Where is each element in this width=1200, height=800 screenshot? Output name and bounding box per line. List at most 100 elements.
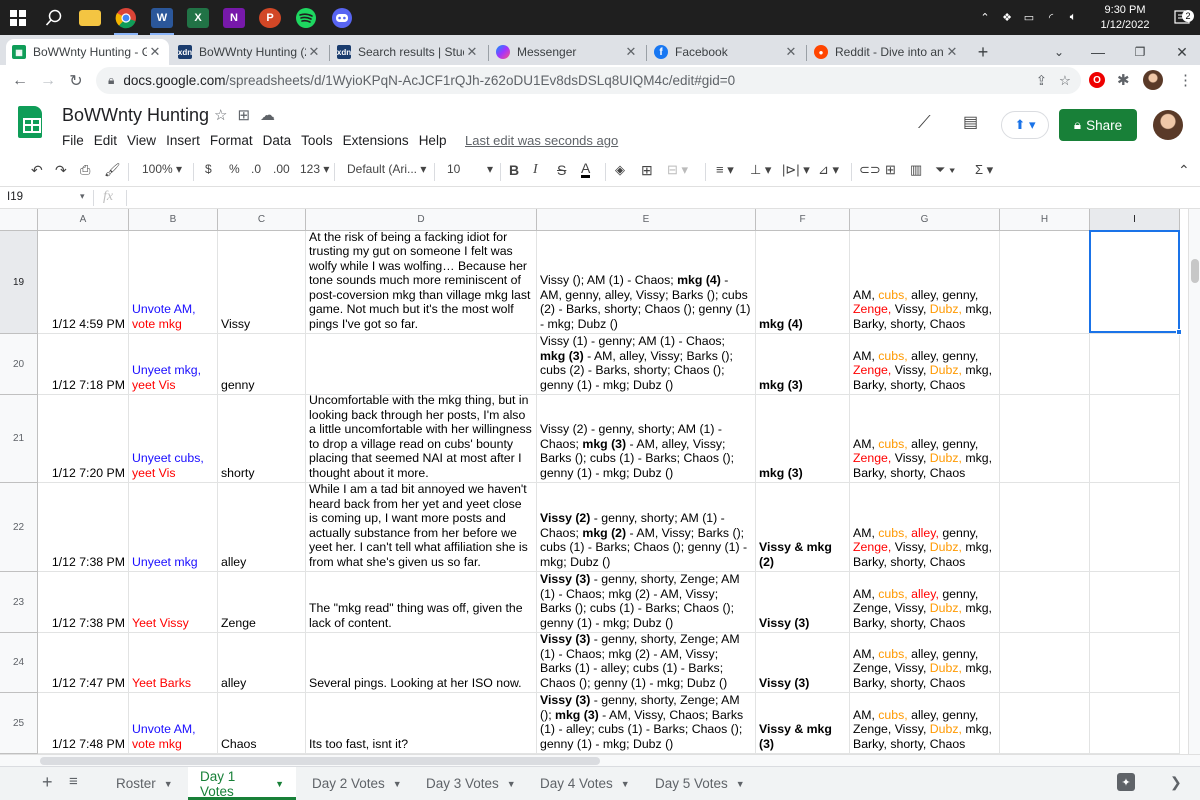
- column-header-a[interactable]: A: [38, 209, 129, 231]
- chevron-up-icon[interactable]: ⌃: [974, 11, 996, 24]
- dropbox-icon[interactable]: ❖: [996, 11, 1018, 24]
- chevron-down-icon[interactable]: ▼: [621, 779, 630, 789]
- chrome-icon[interactable]: [108, 0, 144, 35]
- timestamp-cell[interactable]: 1/12 7:20 PM: [38, 395, 129, 483]
- notification-icon[interactable]: 2: [1166, 9, 1200, 26]
- timestamp-cell[interactable]: 1/12 7:47 PM: [38, 633, 129, 693]
- voter-cell[interactable]: alley: [218, 633, 306, 693]
- increase-decimal-button[interactable]: .00: [273, 162, 290, 176]
- voter-cell[interactable]: Chaos: [218, 693, 306, 754]
- vote-tally-cell[interactable]: Vissy (3) - genny, shorty, Zenge; AM ();…: [537, 693, 756, 754]
- share-button[interactable]: 🔒︎ Share: [1059, 109, 1137, 141]
- chevron-down-icon[interactable]: ▼: [275, 779, 284, 789]
- menu-tools[interactable]: Tools: [301, 133, 339, 148]
- menu-extensions[interactable]: Extensions: [343, 133, 415, 148]
- leader-cell[interactable]: Vissy (3): [756, 572, 850, 633]
- voter-cell[interactable]: genny: [218, 334, 306, 395]
- powerpoint-icon[interactable]: P: [252, 0, 288, 35]
- insert-chart-icon[interactable]: ▥: [910, 162, 922, 178]
- sheets-logo-icon[interactable]: [18, 106, 42, 138]
- formula-input[interactable]: [134, 191, 1184, 205]
- file-explorer-icon[interactable]: [72, 0, 108, 35]
- sheet-tab-day-1-votes[interactable]: Day 1 Votes ▼: [188, 767, 296, 800]
- tab-search-icon[interactable]: ⌄: [1046, 39, 1072, 65]
- vote-tally-cell[interactable]: Vissy (1) - genny; AM (1) - Chaos; mkg (…: [537, 334, 756, 395]
- fill-color-icon[interactable]: ◈: [615, 162, 625, 178]
- currency-format-button[interactable]: $: [205, 162, 212, 176]
- collapse-toolbar-icon[interactable]: ⌃: [1178, 162, 1190, 179]
- vote-tally-cell[interactable]: Vissy (); AM (1) - Chaos; mkg (4) - AM, …: [537, 231, 756, 334]
- extensions-icon[interactable]: ✱: [1117, 71, 1130, 89]
- undo-icon[interactable]: ↶: [31, 162, 43, 179]
- alive-list-cell[interactable]: AM, cubs, alley, genny, Zenge, Vissy, Du…: [850, 572, 1000, 633]
- reason-cell[interactable]: Its too fast, isnt it?: [306, 693, 537, 754]
- paint-format-icon[interactable]: 🖌︎: [104, 162, 121, 178]
- filter-icon[interactable]: ⏷ ▾: [935, 162, 955, 178]
- browser-tab-facebook[interactable]: f Facebook ✕: [648, 39, 805, 65]
- adblock-extension-icon[interactable]: O: [1089, 72, 1105, 88]
- empty-cell[interactable]: [1090, 572, 1180, 633]
- percent-format-button[interactable]: %: [229, 162, 240, 176]
- explore-icon[interactable]: ✦: [1117, 773, 1135, 791]
- insert-link-icon[interactable]: ⊂⊃: [859, 162, 881, 178]
- column-header-f[interactable]: F: [756, 209, 850, 231]
- print-icon[interactable]: ⎙: [80, 162, 90, 178]
- name-box[interactable]: I19: [7, 191, 23, 203]
- leader-cell[interactable]: Vissy (3): [756, 633, 850, 693]
- empty-cell[interactable]: [1000, 483, 1090, 572]
- onenote-icon[interactable]: N: [216, 0, 252, 35]
- more-formats-select[interactable]: 123 ▾: [300, 162, 329, 176]
- vote-action-cell[interactable]: Unyeet mkg: [129, 483, 218, 572]
- profile-avatar[interactable]: [1143, 70, 1163, 90]
- alive-list-cell[interactable]: AM, cubs, alley, genny, Zenge, Vissy, Du…: [850, 633, 1000, 693]
- move-folder-icon[interactable]: ⊞: [237, 106, 250, 124]
- close-tab-icon[interactable]: ✕: [464, 44, 480, 60]
- timestamp-cell[interactable]: 1/12 4:59 PM: [38, 231, 129, 334]
- vote-action-cell[interactable]: Yeet Vissy: [129, 572, 218, 633]
- row-header[interactable]: 25: [0, 693, 38, 754]
- url-field[interactable]: 🔒︎ docs.google.com/spreadsheets/d/1WyioK…: [96, 67, 1081, 94]
- leader-cell[interactable]: mkg (3): [756, 395, 850, 483]
- browser-tab-messenger[interactable]: Messenger ✕: [490, 39, 645, 65]
- activity-trend-icon[interactable]: ⟋: [918, 112, 931, 133]
- fill-handle[interactable]: [1176, 329, 1182, 335]
- search-icon[interactable]: [36, 0, 72, 35]
- voter-cell[interactable]: Zenge: [218, 572, 306, 633]
- vertical-scroll-thumb[interactable]: [1191, 259, 1199, 283]
- close-tab-icon[interactable]: ✕: [623, 44, 639, 60]
- account-avatar[interactable]: [1153, 110, 1183, 140]
- name-box-dropdown-icon[interactable]: ▾: [80, 191, 85, 202]
- empty-cell[interactable]: [1000, 572, 1090, 633]
- reason-cell[interactable]: Uncomfortable with the mkg thing, but in…: [306, 395, 537, 483]
- horizontal-scrollbar[interactable]: [0, 754, 1200, 766]
- text-wrapping-icon[interactable]: |⊳| ▾: [782, 162, 810, 178]
- collapse-sidebar-icon[interactable]: ❯: [1170, 774, 1182, 791]
- horizontal-scroll-thumb[interactable]: [40, 757, 600, 765]
- battery-icon[interactable]: ▭: [1018, 11, 1040, 24]
- menu-format[interactable]: Format: [210, 133, 259, 148]
- empty-cell[interactable]: [1000, 693, 1090, 754]
- timestamp-cell[interactable]: 1/12 7:18 PM: [38, 334, 129, 395]
- vote-tally-cell[interactable]: Vissy (3) - genny, shorty, Zenge; AM (1)…: [537, 633, 756, 693]
- voter-cell[interactable]: shorty: [218, 395, 306, 483]
- forward-icon[interactable]: →: [34, 72, 62, 90]
- horizontal-align-icon[interactable]: ≡ ▾: [716, 162, 734, 178]
- chevron-down-icon[interactable]: ▼: [393, 779, 402, 789]
- browser-tab-search[interactable]: xdn Search results | Studen ✕: [331, 39, 486, 65]
- reason-cell[interactable]: Several pings. Looking at her ISO now.: [306, 633, 537, 693]
- browser-tab-sheets[interactable]: ▦ BoWWnty Hunting - G ✕: [6, 39, 169, 65]
- vote-tally-cell[interactable]: Vissy (2) - genny, shorty; AM (1) - Chao…: [537, 483, 756, 572]
- vote-tally-cell[interactable]: Vissy (3) - genny, shorty, Zenge; AM (1)…: [537, 572, 756, 633]
- sheet-tab-day-2-votes[interactable]: Day 2 Votes ▼: [300, 767, 414, 800]
- new-tab-icon[interactable]: +: [968, 39, 998, 65]
- discord-icon[interactable]: [324, 0, 360, 35]
- spotify-icon[interactable]: [288, 0, 324, 35]
- volume-icon[interactable]: 🔈︎: [1062, 11, 1084, 24]
- add-sheet-icon[interactable]: +: [42, 772, 53, 793]
- share-page-icon[interactable]: ⇪: [1036, 73, 1047, 89]
- vote-action-cell[interactable]: Unvote AM, vote mkg: [129, 231, 218, 334]
- menu-file[interactable]: File: [62, 133, 90, 148]
- alive-list-cell[interactable]: AM, cubs, alley, genny, Zenge, Vissy, Du…: [850, 483, 1000, 572]
- merge-cells-icon[interactable]: ⊟ ▾: [667, 162, 688, 178]
- empty-cell[interactable]: [1090, 483, 1180, 572]
